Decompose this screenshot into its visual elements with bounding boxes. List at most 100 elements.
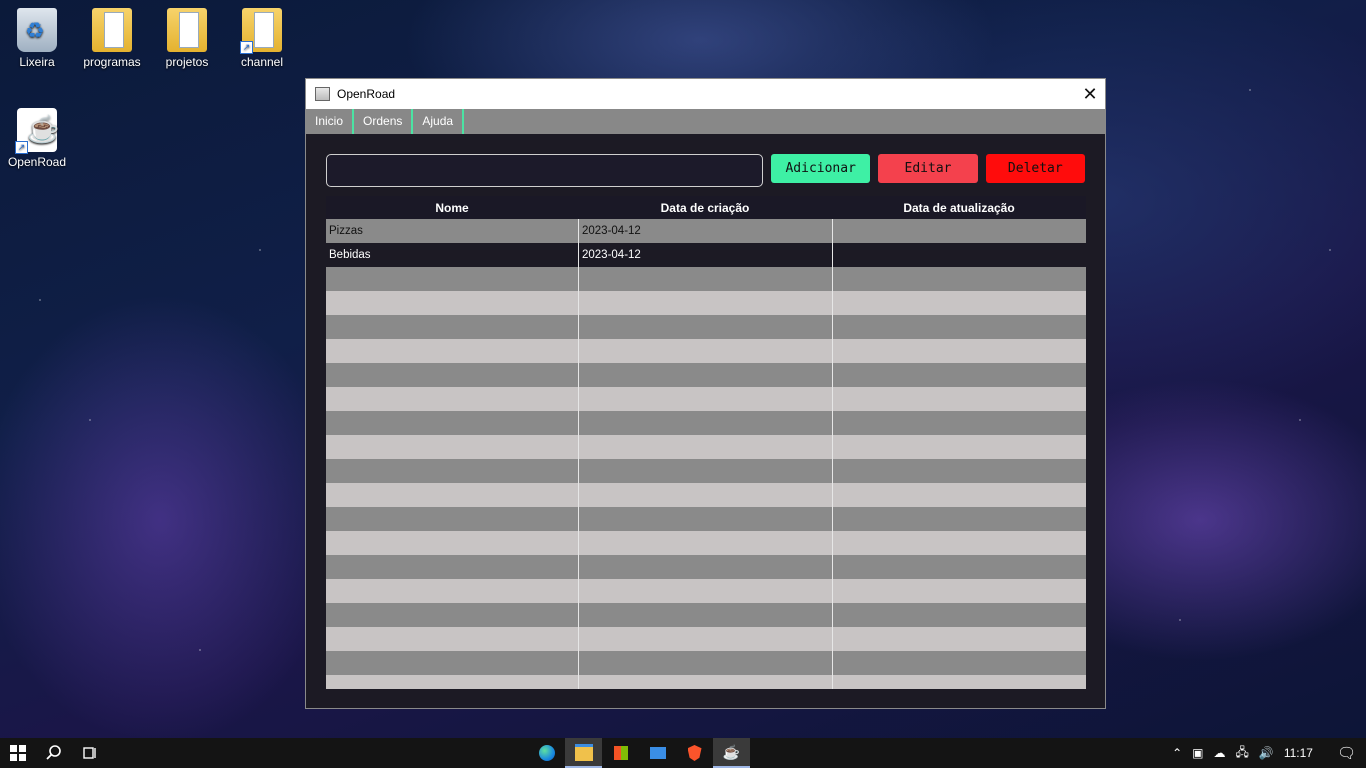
table-row-empty bbox=[326, 531, 1086, 555]
cell-empty bbox=[832, 579, 1086, 603]
toolbar: Adicionar Editar Deletar bbox=[326, 154, 1085, 187]
cell-empty bbox=[832, 483, 1086, 507]
desktop-icon-label: OpenRoad bbox=[7, 155, 67, 169]
cell-empty bbox=[832, 651, 1086, 675]
cell-empty bbox=[326, 651, 578, 675]
table-header: Nome Data de criação Data de atualização bbox=[326, 196, 1086, 219]
cell-empty bbox=[578, 507, 832, 531]
desktop-icon-lixeira[interactable]: Lixeira bbox=[2, 8, 72, 69]
menu-ajuda[interactable]: Ajuda bbox=[413, 109, 465, 134]
table-row-empty bbox=[326, 627, 1086, 651]
system-tray: ⌃ ▣ ☁ 🖧 🔊 11:17 🗨 bbox=[1172, 743, 1366, 764]
cell-empty bbox=[326, 531, 578, 555]
edge-icon[interactable] bbox=[528, 738, 565, 768]
cell-empty bbox=[326, 555, 578, 579]
cell-empty bbox=[326, 267, 578, 291]
table-row-empty bbox=[326, 387, 1086, 411]
cell-empty bbox=[578, 603, 832, 627]
volume-icon[interactable]: 🔊 bbox=[1259, 746, 1274, 760]
cell-empty bbox=[578, 651, 832, 675]
file-explorer-icon[interactable] bbox=[565, 738, 602, 768]
add-button[interactable]: Adicionar bbox=[771, 154, 871, 183]
cell-empty bbox=[832, 435, 1086, 459]
cell-data-criacao: 2023-04-12 bbox=[578, 219, 832, 243]
table-row[interactable]: Pizzas 2023-04-12 bbox=[326, 219, 1086, 243]
table-row-empty bbox=[326, 507, 1086, 531]
cell-empty bbox=[832, 363, 1086, 387]
cell-empty bbox=[578, 627, 832, 651]
java-icon: ↗ bbox=[15, 108, 59, 154]
task-view-icon[interactable] bbox=[72, 738, 108, 768]
cell-empty bbox=[578, 531, 832, 555]
onedrive-icon[interactable]: ☁ bbox=[1213, 746, 1225, 760]
table-row-empty bbox=[326, 675, 1086, 689]
cell-empty bbox=[578, 459, 832, 483]
cell-empty bbox=[578, 267, 832, 291]
cell-empty bbox=[326, 363, 578, 387]
desktop-icon-projetos[interactable]: projetos bbox=[152, 8, 222, 69]
cell-data-atualizacao bbox=[832, 219, 1086, 243]
cell-empty bbox=[326, 603, 578, 627]
cell-empty bbox=[326, 411, 578, 435]
cell-empty bbox=[578, 579, 832, 603]
cell-nome: Bebidas bbox=[329, 249, 371, 261]
title-bar[interactable]: OpenRoad ✕ bbox=[306, 79, 1105, 109]
cell-empty bbox=[578, 291, 832, 315]
cell-empty bbox=[326, 507, 578, 531]
delete-button[interactable]: Deletar bbox=[985, 154, 1085, 183]
table-row-empty bbox=[326, 315, 1086, 339]
start-icon[interactable] bbox=[0, 738, 36, 768]
cell-empty bbox=[578, 387, 832, 411]
cell-empty bbox=[326, 627, 578, 651]
cell-empty bbox=[326, 339, 578, 363]
menu-inicio[interactable]: Inicio bbox=[306, 109, 355, 134]
column-header-data-criacao[interactable]: Data de criação bbox=[578, 196, 832, 219]
desktop-icon-label: programas bbox=[83, 55, 141, 69]
cell-empty bbox=[832, 555, 1086, 579]
java-icon[interactable]: ☕ bbox=[713, 738, 750, 768]
cell-empty bbox=[326, 459, 578, 483]
store-icon[interactable] bbox=[602, 738, 639, 768]
cell-data-criacao: 2023-04-12 bbox=[578, 243, 832, 267]
cell-empty bbox=[578, 675, 832, 689]
cell-empty bbox=[326, 435, 578, 459]
mail-icon[interactable] bbox=[639, 738, 676, 768]
desktop-icon-channel[interactable]: ↗ channel bbox=[227, 8, 297, 69]
cell-empty bbox=[832, 387, 1086, 411]
cell-empty bbox=[832, 315, 1086, 339]
cell-nome: Pizzas bbox=[329, 225, 363, 237]
cell-empty bbox=[326, 675, 578, 689]
table-row-empty bbox=[326, 651, 1086, 675]
table-row-empty bbox=[326, 411, 1086, 435]
cell-empty bbox=[578, 555, 832, 579]
cell-empty bbox=[326, 483, 578, 507]
desktop-icon-openroad[interactable]: ↗ OpenRoad bbox=[2, 108, 72, 169]
taskbar: ☕ ⌃ ▣ ☁ 🖧 🔊 11:17 🗨 bbox=[0, 738, 1366, 768]
table-row[interactable]: Bebidas 2023-04-12 bbox=[326, 243, 1086, 267]
desktop-icon-programas[interactable]: programas bbox=[77, 8, 147, 69]
edit-button[interactable]: Editar bbox=[878, 154, 978, 183]
notification-icon[interactable]: 🗨 bbox=[1337, 744, 1356, 762]
cell-empty bbox=[832, 507, 1086, 531]
search-input[interactable] bbox=[326, 154, 764, 187]
openroad-window: OpenRoad ✕ Inicio Ordens Ajuda Adicionar… bbox=[305, 78, 1106, 709]
clock[interactable]: 11:17 bbox=[1284, 746, 1313, 760]
meet-icon[interactable]: ▣ bbox=[1192, 746, 1203, 760]
table-row-empty bbox=[326, 339, 1086, 363]
cell-empty bbox=[832, 291, 1086, 315]
chevron-up-icon[interactable]: ⌃ bbox=[1172, 746, 1182, 760]
table-row-empty bbox=[326, 579, 1086, 603]
cell-empty bbox=[578, 483, 832, 507]
column-header-nome[interactable]: Nome bbox=[326, 196, 578, 219]
cell-empty bbox=[326, 579, 578, 603]
close-button[interactable]: ✕ bbox=[1075, 79, 1105, 109]
column-header-data-atualizacao[interactable]: Data de atualização bbox=[832, 196, 1086, 219]
menu-ordens[interactable]: Ordens bbox=[354, 109, 414, 134]
network-icon[interactable]: 🖧 bbox=[1235, 743, 1248, 764]
cell-empty bbox=[832, 531, 1086, 555]
brave-icon[interactable] bbox=[676, 738, 713, 768]
cell-empty bbox=[832, 267, 1086, 291]
table-row-empty bbox=[326, 603, 1086, 627]
search-icon[interactable] bbox=[36, 738, 72, 768]
folder-shortcut-icon: ↗ bbox=[240, 8, 282, 54]
